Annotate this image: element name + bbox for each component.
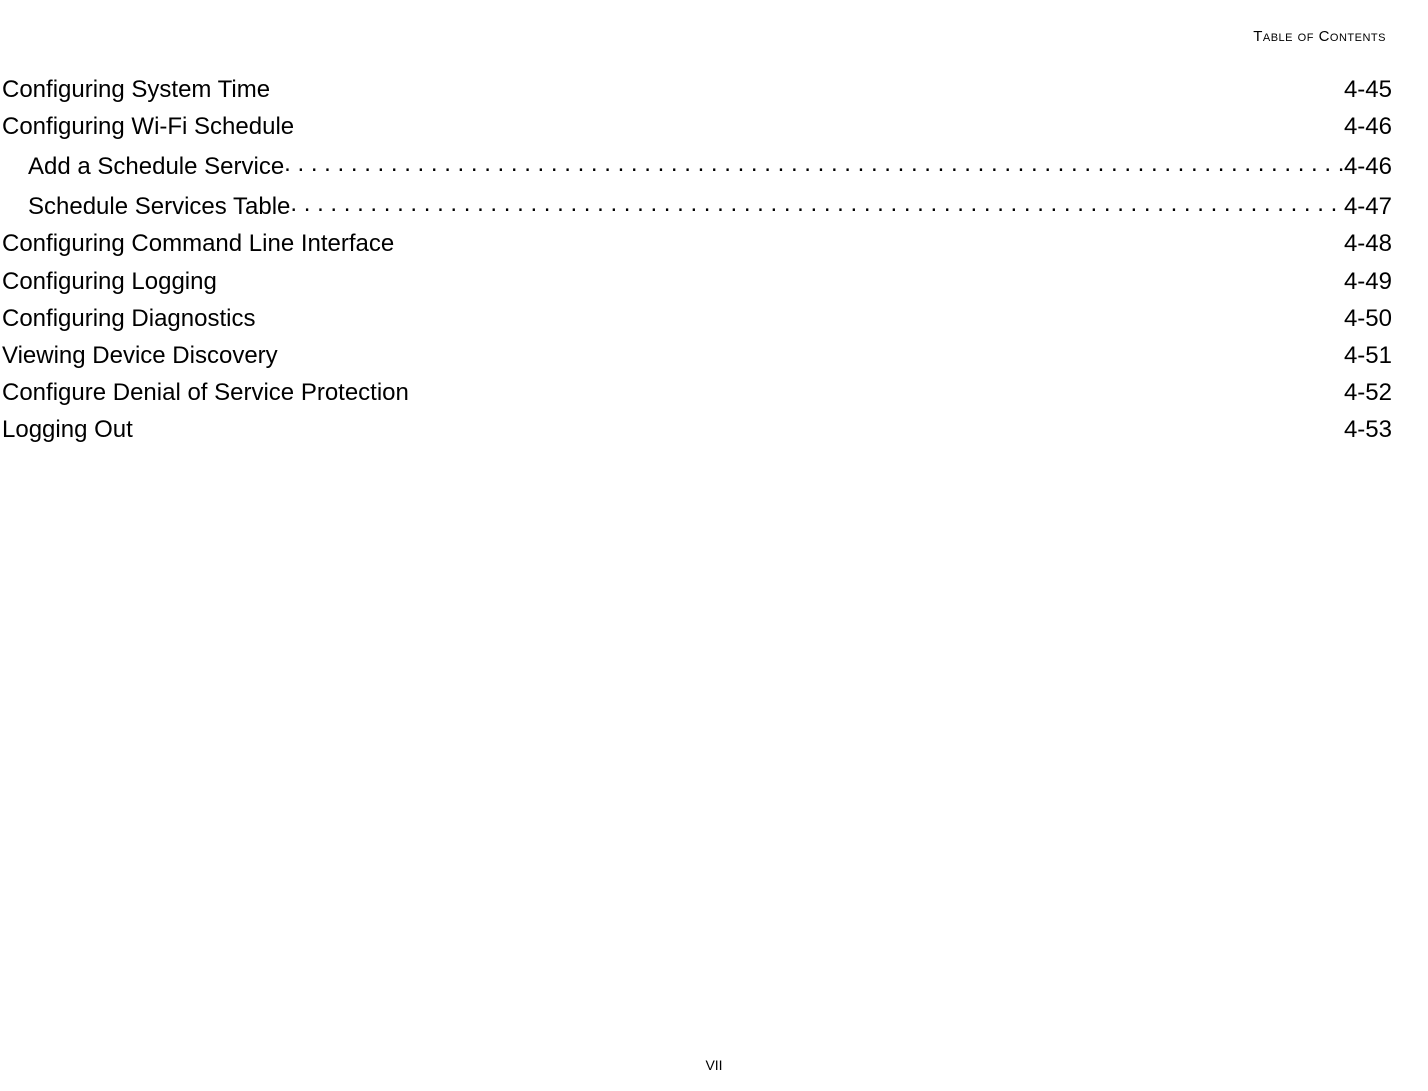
toc-page: 4-52 — [1344, 374, 1392, 411]
toc-title: Add a Schedule Service — [28, 148, 284, 185]
toc-title: Configure Denial of Service Protection — [2, 374, 409, 411]
toc-page: 4-51 — [1344, 337, 1392, 374]
toc-entry: Add a Schedule Service 4-46 — [2, 145, 1392, 185]
toc-title: Logging Out — [2, 411, 133, 448]
toc-page: 4-50 — [1344, 300, 1392, 337]
toc-entry: Viewing Device Discovery 4-51 — [2, 337, 1392, 374]
toc-entry: Configuring System Time 4-45 — [2, 71, 1392, 108]
toc-title: Configuring System Time — [2, 71, 270, 108]
header-title: Table of Contents — [1253, 28, 1386, 45]
toc-entry: Configure Denial of Service Protection 4… — [2, 374, 1392, 411]
toc-page: 4-53 — [1344, 411, 1392, 448]
toc-entry: Schedule Services Table 4-47 — [2, 185, 1392, 225]
toc-page: 4-48 — [1344, 225, 1392, 262]
toc-page: 4-49 — [1344, 263, 1392, 300]
toc-title: Viewing Device Discovery — [2, 337, 278, 374]
page-header: Table of Contents — [0, 0, 1428, 45]
page-number: VII — [705, 1057, 722, 1073]
toc-page: 4-45 — [1344, 71, 1392, 108]
toc-entry: Configuring Command Line Interface 4-48 — [2, 225, 1392, 262]
toc-title: Configuring Command Line Interface — [2, 225, 394, 262]
toc-entry: Configuring Diagnostics 4-50 — [2, 300, 1392, 337]
toc-title: Configuring Wi-Fi Schedule — [2, 108, 294, 145]
toc-dots — [284, 145, 1344, 174]
toc-entry: Logging Out 4-53 — [2, 411, 1392, 448]
toc-dots — [290, 185, 1344, 214]
toc-title: Schedule Services Table — [28, 188, 290, 225]
toc-entry: Configuring Wi-Fi Schedule 4-46 — [2, 108, 1392, 145]
toc-title: Configuring Diagnostics — [2, 300, 255, 337]
toc-page: 4-46 — [1344, 148, 1392, 185]
toc-title: Configuring Logging — [2, 263, 217, 300]
toc-content: Configuring System Time 4-45 Configuring… — [0, 45, 1428, 448]
toc-entry: Configuring Logging 4-49 — [2, 263, 1392, 300]
toc-page: 4-46 — [1344, 108, 1392, 145]
toc-page: 4-47 — [1344, 188, 1392, 225]
page-footer: VII — [0, 1057, 1428, 1073]
